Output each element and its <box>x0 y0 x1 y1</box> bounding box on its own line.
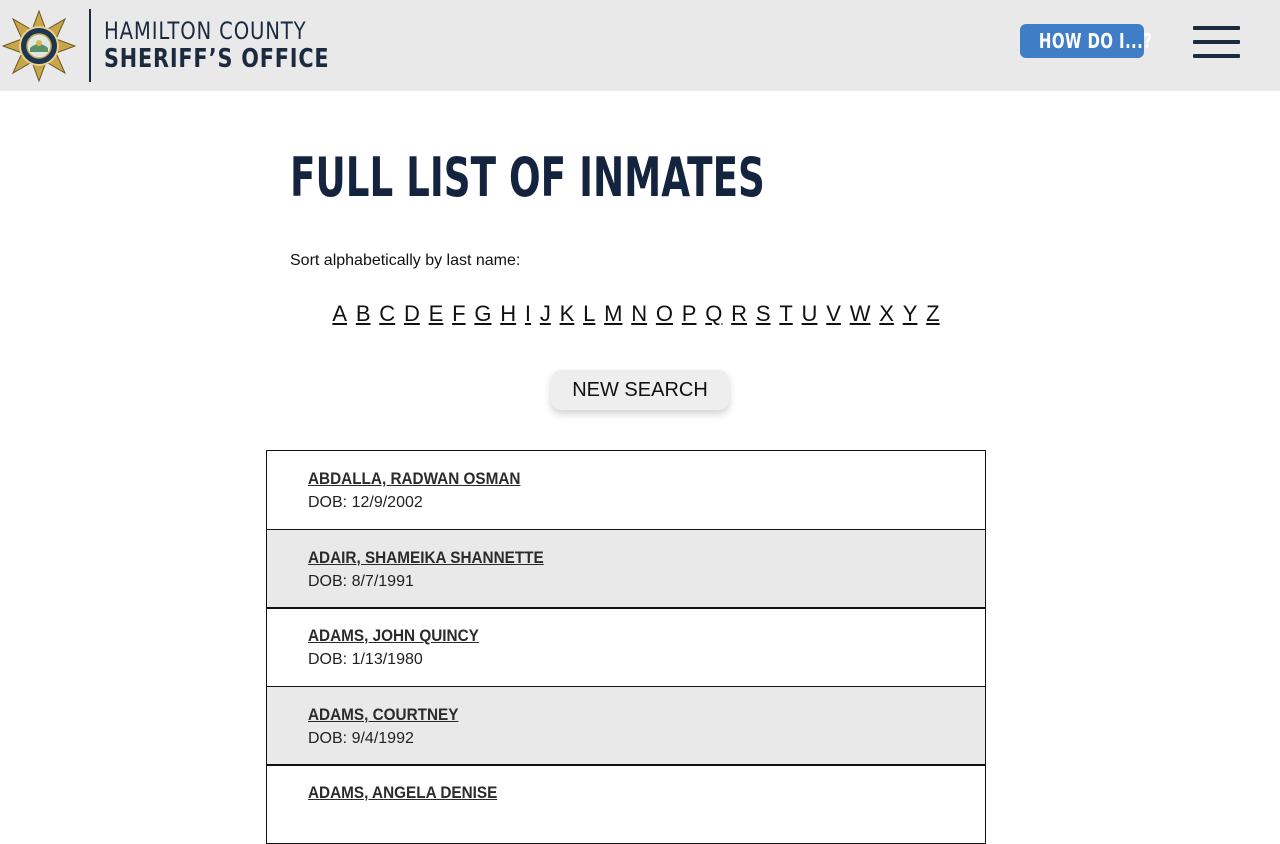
page-title: FULL LIST OF INMATES <box>290 146 765 209</box>
alphabet-link-z[interactable]: Z <box>926 301 939 326</box>
inmate-name-link[interactable]: ADAIR, SHAMEIKA SHANNETTE <box>308 547 917 569</box>
inmate-dob: DOB: 1/13/1980 <box>308 650 985 670</box>
inmate-dob: DOB: 9/4/1992 <box>308 729 985 749</box>
alphabet-link-s[interactable]: S <box>756 301 771 326</box>
dob-prefix: DOB: <box>308 651 348 668</box>
alphabet-link-a[interactable]: A <box>332 301 347 326</box>
dob-prefix: DOB: <box>308 729 348 747</box>
alphabet-link-j[interactable]: J <box>540 301 551 326</box>
inmate-row: ADAMS, COURTNEY DOB: 9/4/1992 <box>266 685 986 766</box>
dob-value: 9/4/1992 <box>351 729 414 747</box>
alphabet-link-l[interactable]: L <box>583 301 595 326</box>
dob-value: 1/13/1980 <box>351 651 423 668</box>
alphabet-link-r[interactable]: R <box>731 301 747 326</box>
brand-name-office[interactable]: SHERIFF’S OFFICE <box>104 44 329 74</box>
inmate-name-link[interactable]: ADAMS, ANGELA DENISE <box>308 782 917 804</box>
alphabet-link-v[interactable]: V <box>826 301 841 326</box>
inmate-name-link[interactable]: ADAMS, COURTNEY <box>308 704 917 726</box>
alphabet-link-t[interactable]: T <box>779 301 792 326</box>
alphabet-link-k[interactable]: K <box>560 301 575 326</box>
alphabet-link-e[interactable]: E <box>429 301 444 326</box>
site-header: HAMILTON COUNTY SHERIFF’S OFFICE HOW DO … <box>0 0 1280 91</box>
new-search-button[interactable]: NEW SEARCH <box>551 370 729 410</box>
alphabet-link-b[interactable]: B <box>356 301 371 326</box>
inmate-row: ADAIR, SHAMEIKA SHANNETTE DOB: 8/7/1991 <box>266 528 986 609</box>
inmate-list: ABDALLA, RADWAN OSMAN DOB: 12/9/2002 ADAIR… <box>266 450 986 844</box>
hamburger-menu-icon[interactable] <box>1193 24 1241 60</box>
alphabet-link-n[interactable]: N <box>631 301 647 326</box>
inmate-dob: DOB: 8/7/1991 <box>308 572 985 592</box>
how-do-i-label: HOW DO I...? <box>1038 29 1153 53</box>
alphabet-link-q[interactable]: Q <box>705 301 722 326</box>
alphabet-link-g[interactable]: G <box>474 301 491 326</box>
alphabet-link-c[interactable]: C <box>379 301 395 326</box>
sheriff-badge-logo-icon[interactable] <box>2 10 76 82</box>
alphabet-link-x[interactable]: X <box>879 301 894 326</box>
alphabet-link-w[interactable]: W <box>850 301 871 326</box>
inmate-row: ABDALLA, RADWAN OSMAN DOB: 12/9/2002 <box>266 450 986 530</box>
logo-divider <box>89 9 91 82</box>
dob-value: 8/7/1991 <box>351 572 414 590</box>
alphabet-link-d[interactable]: D <box>404 301 420 326</box>
alphabet-link-y[interactable]: Y <box>903 301 918 326</box>
how-do-i-button[interactable]: HOW DO I...? <box>1020 24 1152 58</box>
dob-prefix: DOB: <box>308 494 348 511</box>
inmate-dob: DOB: 12/9/2002 <box>308 493 985 513</box>
inmate-name-link[interactable]: ABDALLA, RADWAN OSMAN <box>308 468 917 490</box>
inmate-row: ADAMS, ANGELA DENISE <box>266 764 986 844</box>
alphabet-link-m[interactable]: M <box>604 301 622 326</box>
alphabet-link-o[interactable]: O <box>656 301 673 326</box>
sort-label: Sort alphabetically by last name: <box>290 252 521 269</box>
dob-prefix: DOB: <box>308 572 348 590</box>
alphabet-filter: ABCDEFGHIJKLMNOPQRSTUVWXYZ <box>290 300 982 328</box>
alphabet-link-h[interactable]: H <box>500 301 516 326</box>
inmate-row: ADAMS, JOHN QUINCY DOB: 1/13/1980 <box>266 607 986 687</box>
brand-name-county[interactable]: HAMILTON COUNTY <box>104 17 306 45</box>
alphabet-link-p[interactable]: P <box>682 301 697 326</box>
alphabet-link-u[interactable]: U <box>802 301 818 326</box>
dob-value: 12/9/2002 <box>351 494 423 511</box>
alphabet-link-f[interactable]: F <box>452 301 465 326</box>
alphabet-link-i[interactable]: I <box>525 301 531 326</box>
inmate-name-link[interactable]: ADAMS, JOHN QUINCY <box>308 625 917 647</box>
